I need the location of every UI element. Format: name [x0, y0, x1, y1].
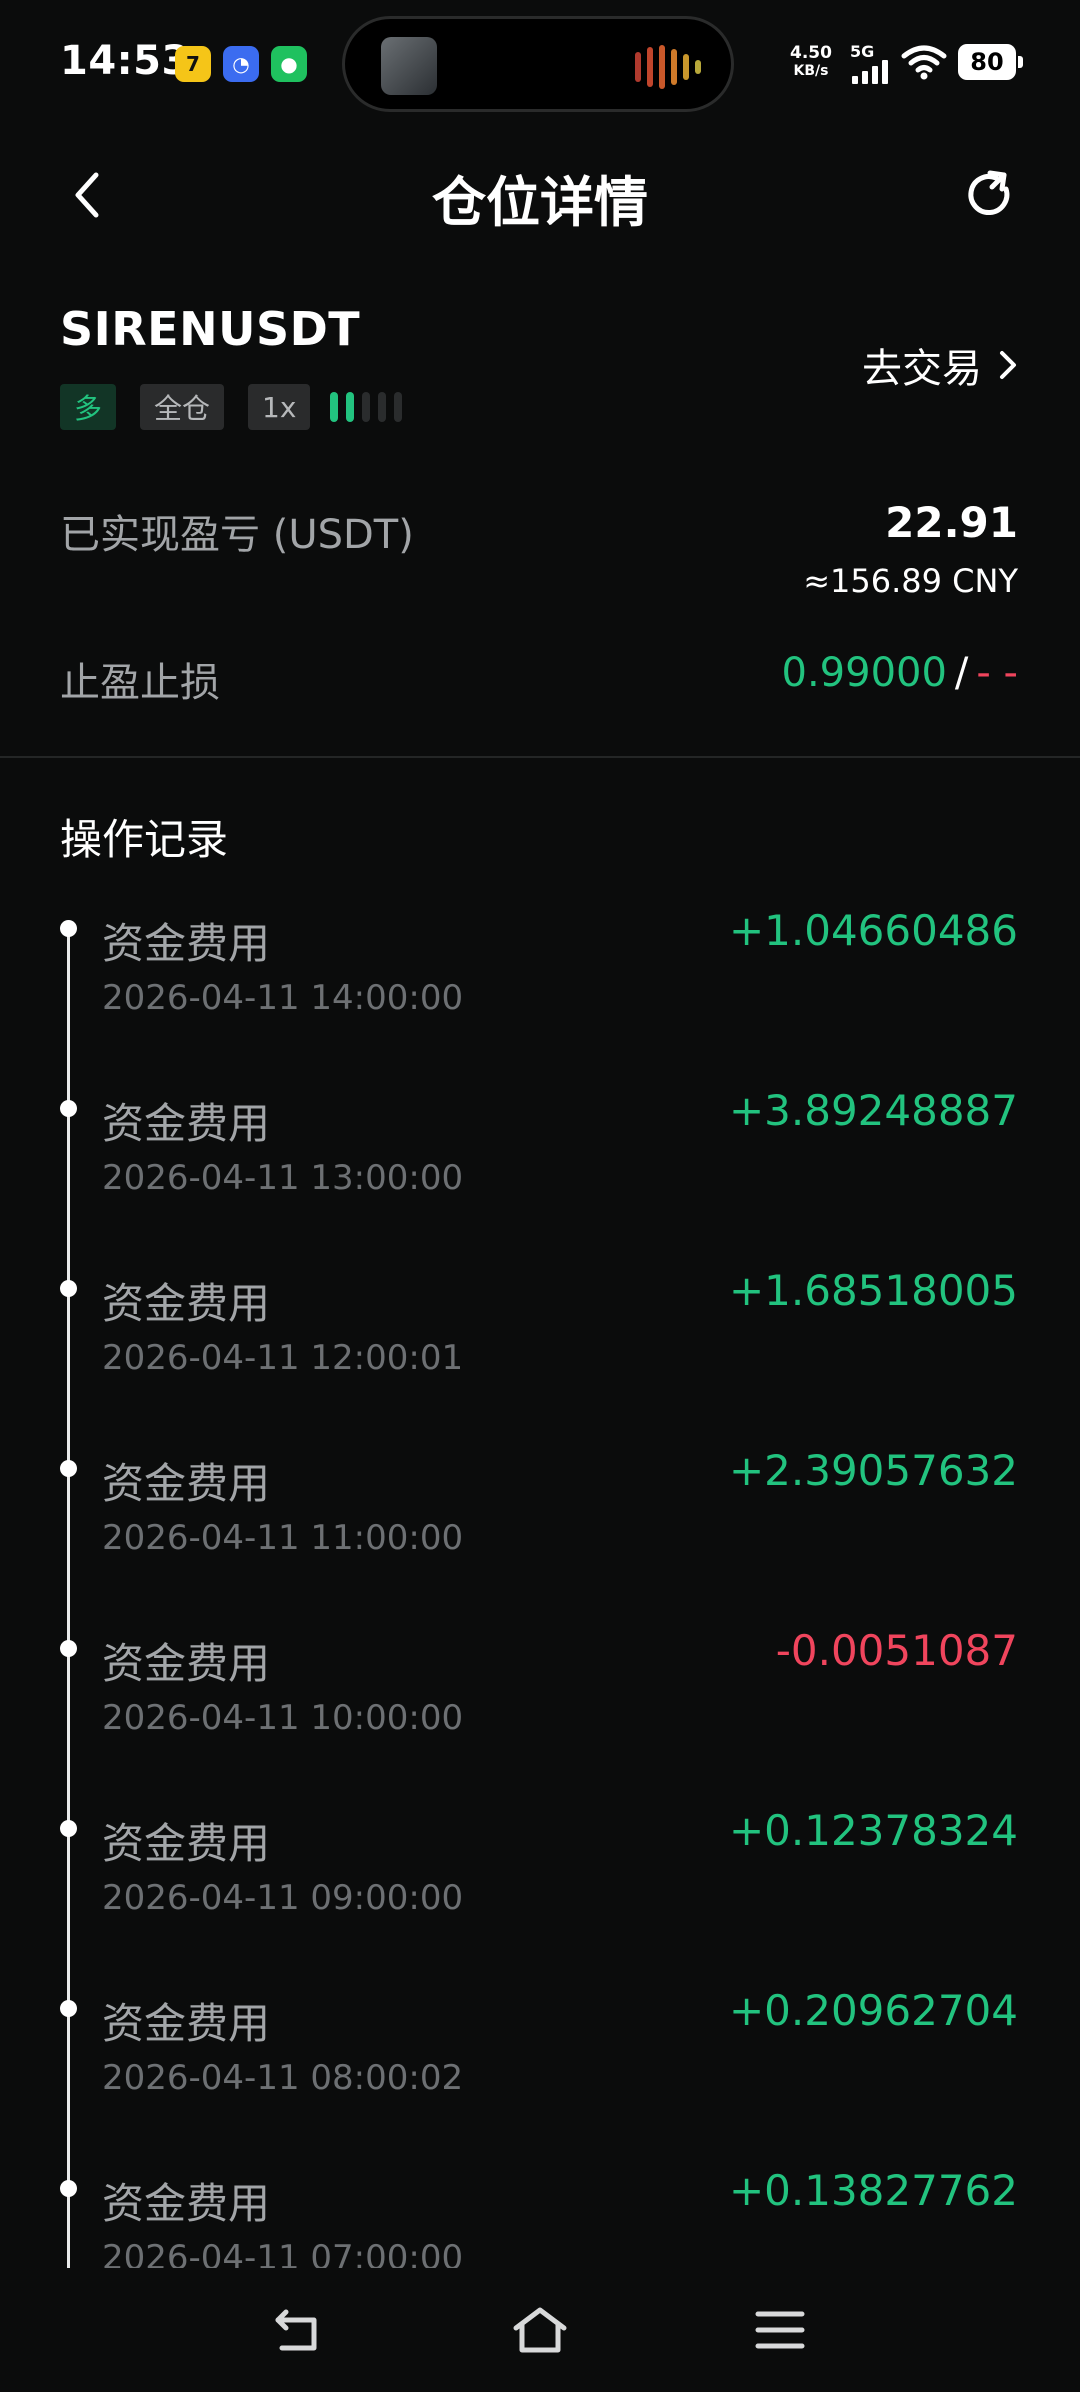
- record-type: 资金费用: [102, 1639, 271, 1688]
- network-type: 5G: [850, 42, 875, 61]
- list-item: 资金费用 2026-04-11 12:00:01 +1.68518005: [0, 1266, 1080, 1450]
- app-notification-icon: ◔: [223, 46, 259, 82]
- record-time: 2026-04-11 14:00:00: [102, 978, 464, 1018]
- records-list[interactable]: 资金费用 2026-04-11 14:00:00 +1.04660486 资金费…: [0, 910, 1080, 2268]
- tpsl-values[interactable]: 0.99000 / - -: [782, 650, 1019, 696]
- record-type: 资金费用: [102, 1999, 271, 2048]
- list-item: 资金费用 2026-04-11 10:00:00 -0.0051087: [0, 1626, 1080, 1810]
- timeline-dot: [60, 1640, 77, 1657]
- timeline-dot: [60, 1100, 77, 1117]
- wechat-icon: ●: [271, 46, 307, 82]
- media-thumbnail: [381, 37, 437, 95]
- side-tag: 多: [60, 384, 117, 430]
- menu-icon[interactable]: [750, 2304, 810, 2356]
- audio-wave-icon: [635, 45, 701, 89]
- record-type: 资金费用: [102, 1279, 271, 1328]
- record-amount: -0.0051087: [775, 1626, 1018, 1675]
- record-time: 2026-04-11 10:00:00: [102, 1698, 464, 1738]
- record-amount: +0.13827762: [728, 2166, 1018, 2215]
- record-type: 资金费用: [102, 2179, 271, 2228]
- tpsl-separator: /: [954, 650, 969, 696]
- list-item: 资金费用 2026-04-11 08:00:02 +0.20962704: [0, 1986, 1080, 2170]
- notification-icons: 7 ◔ ●: [175, 46, 307, 82]
- system-nav-bar: [0, 2268, 1080, 2392]
- records-title: 操作记录: [60, 815, 229, 864]
- realized-pnl-label: 已实现盈亏 (USDT): [60, 512, 414, 558]
- realized-pnl-cny: ≈156.89 CNY: [803, 562, 1018, 600]
- list-item: 资金费用 2026-04-11 07:00:00 +0.13827762: [0, 2166, 1080, 2268]
- list-item: 资金费用 2026-04-11 09:00:00 +0.12378324: [0, 1806, 1080, 1990]
- risk-level-icon: [330, 392, 403, 422]
- record-type: 资金费用: [102, 919, 271, 968]
- symbol-name: SIRENUSDT: [60, 302, 361, 356]
- battery-indicator: 80: [958, 44, 1023, 80]
- timeline-dot: [60, 1820, 77, 1837]
- timeline-dot: [60, 920, 77, 937]
- status-time: 14:53: [60, 38, 190, 84]
- network-speed-value: 4.50: [790, 43, 832, 63]
- network-speed: 4.50 KB/s: [790, 44, 832, 80]
- record-amount: +1.04660486: [728, 910, 1018, 955]
- record-time: 2026-04-11 13:00:00: [102, 1158, 464, 1198]
- top-bar: 仓位详情: [0, 140, 1080, 250]
- list-item: 资金费用 2026-04-11 14:00:00 +1.04660486: [0, 910, 1080, 1090]
- margin-mode-tag: 全仓: [140, 384, 225, 430]
- leverage-tag: 1x: [248, 384, 311, 430]
- chevron-right-icon: [1000, 351, 1016, 379]
- record-type: 资金费用: [102, 1099, 271, 1148]
- record-amount: +0.20962704: [728, 1986, 1018, 2035]
- page-title: 仓位详情: [432, 171, 648, 234]
- record-amount: +2.39057632: [728, 1446, 1018, 1495]
- dynamic-island[interactable]: [342, 16, 734, 112]
- app-notification-icon: 7: [175, 46, 211, 82]
- list-item: 资金费用 2026-04-11 11:00:00 +2.39057632: [0, 1446, 1080, 1630]
- record-time: 2026-04-11 08:00:02: [102, 2058, 464, 2098]
- list-item: 资金费用 2026-04-11 13:00:00 +3.89248887: [0, 1086, 1080, 1270]
- signal-icon: [852, 60, 888, 84]
- refresh-icon[interactable]: [960, 165, 1020, 225]
- take-profit-value: 0.99000: [781, 650, 947, 696]
- record-time: 2026-04-11 07:00:00: [102, 2238, 464, 2268]
- record-time: 2026-04-11 11:00:00: [102, 1518, 464, 1558]
- timeline-dot: [60, 1460, 77, 1477]
- timeline-dot: [60, 2000, 77, 2017]
- position-tags: 多 全仓 1x: [60, 384, 403, 430]
- home-icon[interactable]: [510, 2304, 570, 2356]
- timeline-dot: [60, 1280, 77, 1297]
- stop-loss-value: - -: [976, 650, 1018, 696]
- section-divider: [0, 756, 1080, 758]
- record-type: 资金费用: [102, 1459, 271, 1508]
- record-amount: +0.12378324: [728, 1806, 1018, 1855]
- record-type: 资金费用: [102, 1819, 271, 1868]
- tpsl-label: 止盈止损: [60, 660, 220, 706]
- realized-pnl-value: 22.91: [885, 498, 1018, 547]
- record-amount: +1.68518005: [728, 1266, 1018, 1315]
- timeline-dot: [60, 2180, 77, 2197]
- record-time: 2026-04-11 09:00:00: [102, 1878, 464, 1918]
- back-arrow-icon[interactable]: [270, 2304, 330, 2356]
- go-trade-label: 去交易: [862, 346, 982, 392]
- go-trade-link[interactable]: 去交易: [862, 336, 1020, 394]
- wifi-icon: [901, 45, 947, 80]
- record-time: 2026-04-11 12:00:01: [102, 1338, 464, 1378]
- network-speed-unit: KB/s: [793, 63, 829, 79]
- record-amount: +3.89248887: [728, 1086, 1018, 1135]
- status-bar: 14:53 7 ◔ ● 4.50 KB/s 5G 80: [0, 0, 1080, 130]
